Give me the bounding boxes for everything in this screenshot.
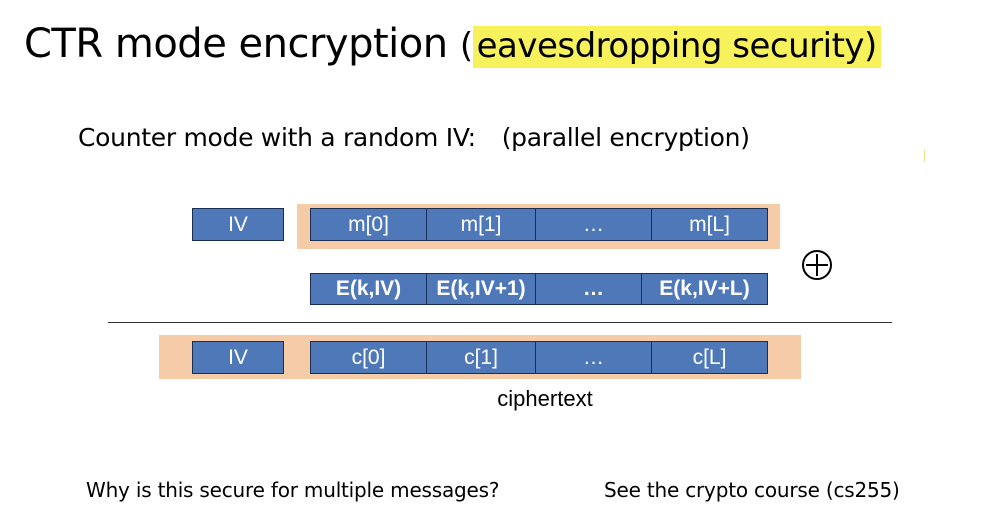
keystream-block-1: E(k,IV+1): [426, 273, 536, 305]
subtitle-right: (parallel encryption): [501, 123, 750, 152]
sum-divider-line: [108, 322, 892, 323]
ciphertext-block-ellipsis: …: [535, 341, 652, 374]
ciphertext-block-0: c[0]: [310, 341, 427, 374]
ciphertext-block-L: c[L]: [651, 341, 768, 374]
decorative-tick: [924, 150, 925, 162]
keystream-block-ellipsis: …: [535, 273, 652, 305]
iv-block-bottom: IV: [192, 341, 284, 374]
keystream-block-0: E(k,IV): [310, 273, 427, 305]
title-highlight: eavesdropping security): [472, 26, 881, 68]
footer-reference: See the crypto course (cs255): [604, 478, 900, 502]
message-block-ellipsis: …: [535, 208, 652, 241]
ciphertext-caption: ciphertext: [497, 386, 593, 411]
message-block-L: m[L]: [651, 208, 768, 241]
slide-title: CTR mode encryption (eavesdropping secur…: [24, 14, 881, 76]
keystream-block-L: E(k,IV+L): [641, 273, 768, 305]
footer-question: Why is this secure for multiple messages…: [86, 478, 500, 502]
message-block-1: m[1]: [426, 208, 536, 241]
subtitle-left: Counter mode with a random IV:: [78, 123, 476, 152]
circled-plus-icon: [802, 250, 832, 280]
iv-block-top: IV: [192, 208, 284, 241]
subtitle: Counter mode with a random IV: (parallel …: [78, 120, 750, 156]
title-main: CTR mode encryption: [24, 21, 460, 67]
title-paren: (: [459, 26, 473, 66]
ciphertext-block-1: c[1]: [426, 341, 536, 374]
message-block-0: m[0]: [310, 208, 427, 241]
